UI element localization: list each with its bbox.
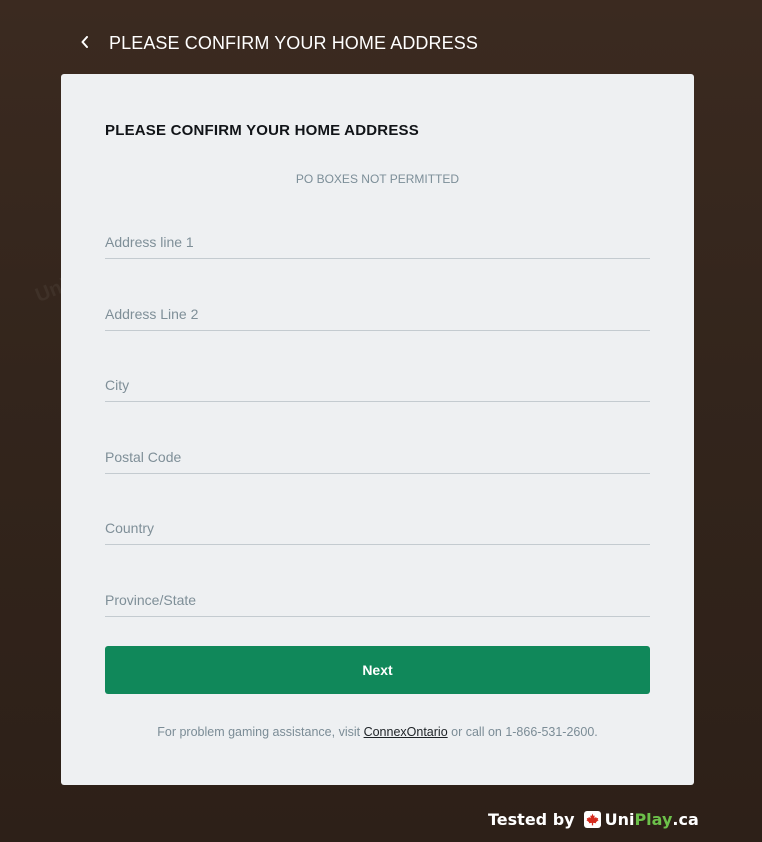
address-form-card: PLEASE CONFIRM YOUR HOME ADDRESS PO BOXE… xyxy=(61,74,694,785)
tested-by-label: Tested by xyxy=(488,809,575,829)
brand-play: Play xyxy=(634,809,673,829)
gaming-assistance-text: For problem gaming assistance, visit Con… xyxy=(61,725,694,739)
connex-ontario-link[interactable]: ConnexOntario xyxy=(364,725,448,739)
country-field xyxy=(105,504,650,545)
postal-code-input[interactable] xyxy=(105,435,650,473)
postal-code-field xyxy=(105,433,650,474)
brand-uni: Uni xyxy=(604,809,635,829)
page-header: PLEASE CONFIRM YOUR HOME ADDRESS xyxy=(0,0,762,74)
province-state-field xyxy=(105,576,650,617)
assistance-prefix: For problem gaming assistance, visit xyxy=(157,725,364,739)
maple-leaf-icon xyxy=(583,810,601,828)
brand-ca: .ca xyxy=(672,809,699,829)
country-input[interactable] xyxy=(105,506,650,544)
po-box-notice: PO BOXES NOT PERMITTED xyxy=(295,172,460,186)
page-title: PLEASE CONFIRM YOUR HOME ADDRESS xyxy=(109,33,478,53)
address-line-2-input[interactable] xyxy=(105,292,650,330)
province-state-input[interactable] xyxy=(105,578,650,616)
city-input[interactable] xyxy=(105,363,650,401)
back-button[interactable] xyxy=(74,30,96,54)
tested-by-badge: Tested by Uni Play .ca xyxy=(488,806,699,832)
form-title: PLEASE CONFIRM YOUR HOME ADDRESS xyxy=(105,122,419,139)
chevron-left-icon xyxy=(81,36,88,48)
address-line-1-input[interactable] xyxy=(105,220,650,258)
address-line-2-field xyxy=(105,290,650,331)
assistance-suffix: or call on 1-866-531-2600. xyxy=(447,725,598,739)
city-field xyxy=(105,361,650,402)
address-line-1-field xyxy=(105,218,650,259)
next-button[interactable]: Next xyxy=(105,646,650,694)
